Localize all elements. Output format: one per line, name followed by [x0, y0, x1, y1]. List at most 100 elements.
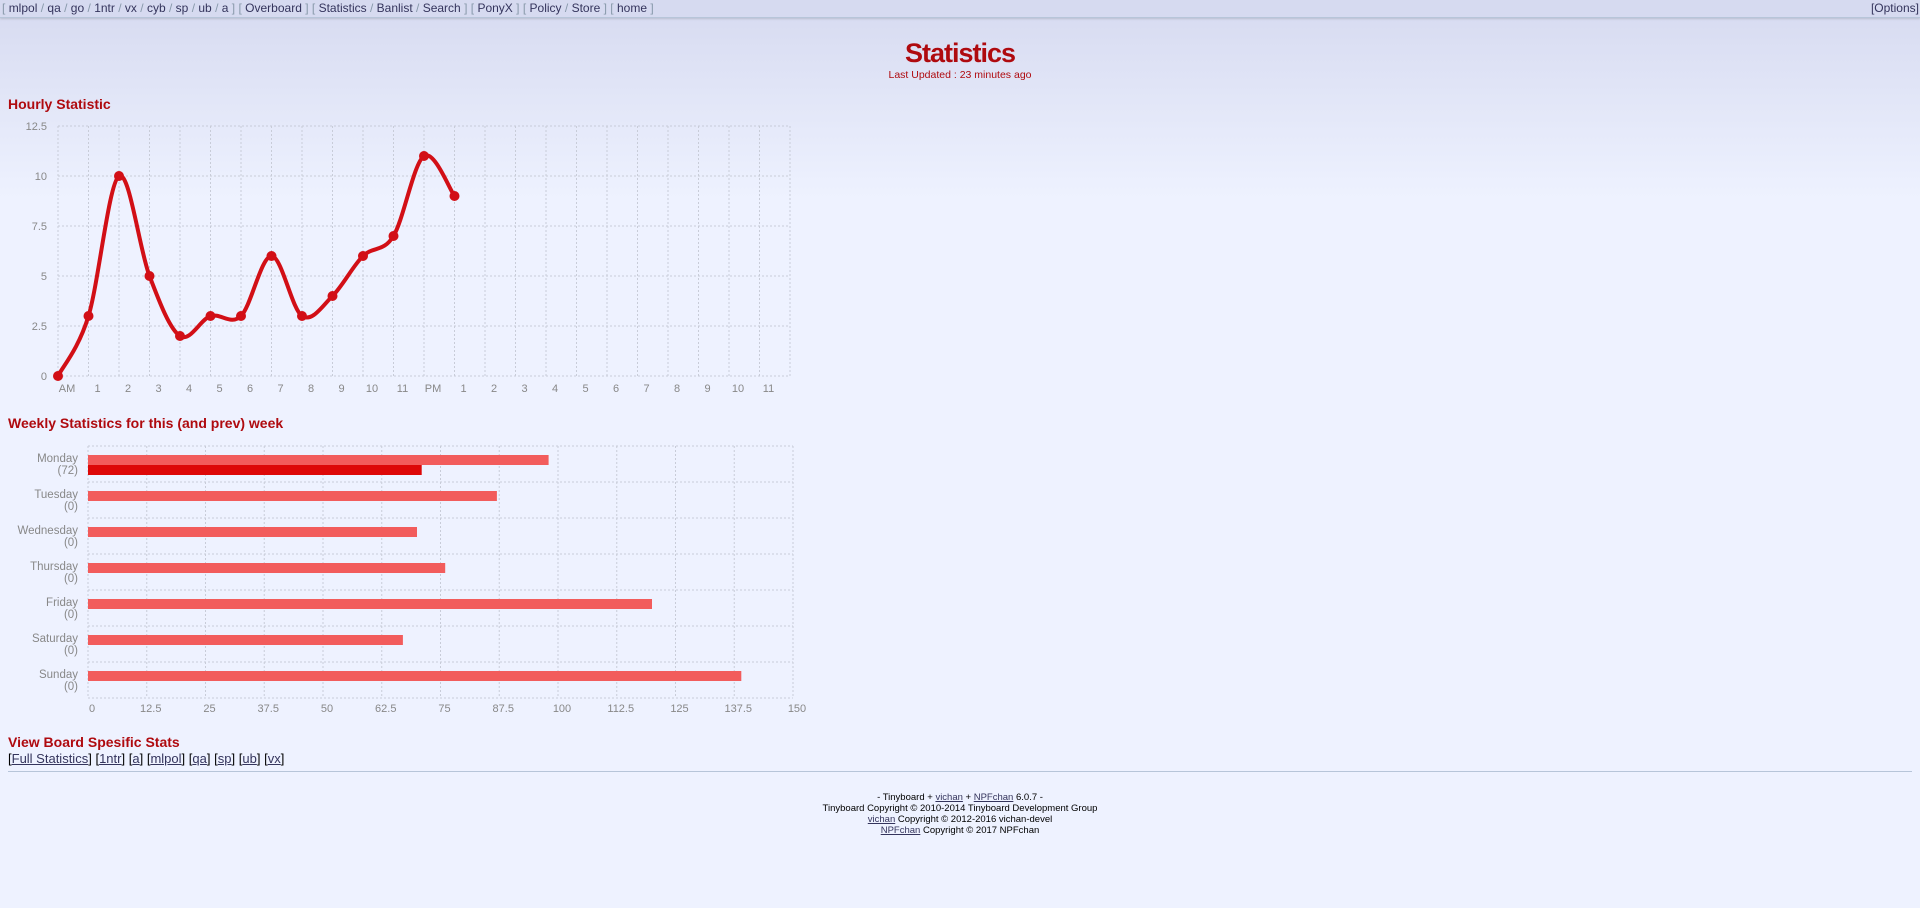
- hourly-x-tick-label: 3: [521, 383, 527, 395]
- weekly-category-label: Friday: [46, 597, 78, 609]
- nav-link-vx[interactable]: vx: [125, 1, 137, 15]
- hourly-x-tick-label: PM: [425, 383, 442, 395]
- weekly-category-label: Thursday: [30, 561, 78, 573]
- nav-link-mlpol[interactable]: mlpol: [9, 1, 38, 15]
- weekly-stat-heading: Weekly Statistics for this (and prev) we…: [8, 415, 284, 431]
- hourly-data-point: [388, 231, 399, 241]
- footer-text: - Tinyboard +: [877, 792, 936, 803]
- weekly-category-label: Wednesday: [17, 525, 78, 537]
- nav-link-sp[interactable]: sp: [176, 1, 189, 15]
- board-stat-link-vx[interactable]: vx: [268, 751, 281, 766]
- hourly-data-point: [419, 151, 429, 161]
- nav-link-store[interactable]: Store: [572, 1, 601, 15]
- nav-separator: /: [40, 1, 45, 15]
- footer-line-vichan: vichan Copyright © 2012-2016 vichan-deve…: [0, 814, 1920, 825]
- nav-separator: /: [118, 1, 122, 15]
- weekly-x-tick-label: 150: [788, 703, 806, 715]
- hourly-x-tick-label: 3: [155, 383, 161, 395]
- nav-link-statistics[interactable]: Statistics: [319, 1, 367, 15]
- nav-bracket: [: [522, 1, 527, 15]
- nav-bracket: ]: [603, 1, 607, 15]
- weekly-x-tick-label: 12.5: [140, 703, 161, 715]
- hourly-x-tick-label: 8: [308, 383, 314, 395]
- hourly-x-tick-label: 11: [763, 383, 774, 395]
- vichan-copyright-link[interactable]: vichan: [868, 814, 895, 825]
- hourly-x-tick-label: 2: [491, 383, 497, 395]
- nav-link-ponyx[interactable]: PonyX: [477, 1, 512, 15]
- nav-link-policy[interactable]: Policy: [530, 1, 562, 15]
- hourly-x-tick-label: 4: [186, 383, 192, 395]
- hourly-x-tick-label: 5: [216, 383, 222, 395]
- nav-link-banlist[interactable]: Banlist: [377, 1, 413, 15]
- hourly-y-tick-label: 2.5: [32, 321, 47, 333]
- weekly-bar-chart: 0 12.5 25 37.5 50 62.5 75 87.5 100 112.5 125 137.5 1…: [17, 445, 806, 715]
- nav-link-home[interactable]: home: [617, 1, 647, 15]
- hourly-data-point: [53, 371, 63, 381]
- weekly-x-tick-label: 0: [89, 703, 95, 715]
- hourly-y-tick-label: 0: [41, 371, 47, 383]
- weekly-bar-prev: [88, 491, 497, 501]
- weekly-x-tick-label: 100: [553, 703, 571, 715]
- nav-bracket: [: [610, 1, 614, 15]
- footer-line-npfchan: NPFchan Copyright © 2017 NPFchan: [0, 825, 1920, 836]
- hourly-x-tick-label: 4: [552, 383, 558, 395]
- board-stat-link-ub[interactable]: ub: [242, 751, 256, 766]
- npfchan-copyright-link[interactable]: NPFchan: [881, 825, 921, 836]
- board-stat-link-mlpol[interactable]: mlpol: [150, 751, 181, 766]
- board-stat-link-qa[interactable]: qa: [192, 751, 206, 766]
- options-link[interactable]: [Options]: [1871, 0, 1919, 17]
- hourly-x-tick-label: 7: [277, 383, 283, 395]
- nav-link-ub[interactable]: ub: [198, 1, 211, 15]
- vichan-link[interactable]: vichan: [935, 792, 962, 803]
- weekly-category-label: Sunday: [39, 669, 78, 681]
- weekly-category-count: (0): [64, 537, 78, 549]
- nav-separator: /: [191, 1, 196, 15]
- nav-separator: /: [87, 1, 91, 15]
- nav-link-go[interactable]: go: [71, 1, 84, 15]
- nav-bracket: [: [2, 1, 6, 15]
- npfchan-link[interactable]: NPFchan: [974, 792, 1014, 803]
- hourly-data-point: [327, 291, 338, 301]
- weekly-bar-prev: [88, 599, 652, 609]
- board-stat-link-full-statistics[interactable]: Full Statistics: [12, 751, 89, 766]
- weekly-bar-prev: [88, 635, 403, 645]
- hourly-data-point: [144, 271, 155, 281]
- nav-link-cyb[interactable]: cyb: [147, 1, 166, 15]
- nav-link-1ntr[interactable]: 1ntr: [94, 1, 115, 15]
- hourly-x-tick-label: 5: [582, 383, 588, 395]
- hourly-x-tick-label: 1: [94, 383, 100, 395]
- board-stat-link-sp[interactable]: sp: [218, 751, 232, 766]
- weekly-category-count: (0): [64, 573, 78, 585]
- nav-bracket: [: [311, 1, 316, 15]
- weekly-x-tick-label: 62.5: [375, 703, 396, 715]
- weekly-category-count: (0): [64, 501, 78, 513]
- hourly-x-tick-label: 6: [613, 383, 619, 395]
- hourly-x-tick-label: 7: [643, 383, 649, 395]
- nav-link-qa[interactable]: qa: [47, 1, 60, 15]
- footer-text: 6.0.7 -: [1013, 792, 1043, 803]
- nav-link-overboard[interactable]: Overboard: [245, 1, 302, 15]
- weekly-bar-current: [88, 465, 422, 475]
- hourly-series-line: [56, 153, 457, 377]
- weekly-category-count: (0): [64, 645, 78, 657]
- board-stats-links: [Full Statistics] [1ntr] [a] [mlpol] [qa…: [8, 751, 285, 766]
- hourly-y-tick-label: 12.5: [26, 121, 47, 133]
- hourly-x-tick-label: 9: [338, 383, 344, 395]
- nav-bracket: ]: [650, 1, 654, 15]
- hourly-x-tick-label: 10: [732, 383, 744, 395]
- page-title: Statistics: [904, 38, 1016, 68]
- weekly-category-label: Tuesday: [34, 489, 78, 501]
- nav-link-search[interactable]: Search: [423, 1, 461, 15]
- board-stat-link-a[interactable]: a: [132, 751, 139, 766]
- weekly-category-count: (0): [64, 681, 78, 693]
- weekly-x-tick-label: 25: [203, 703, 215, 715]
- board-stat-link-1ntr[interactable]: 1ntr: [99, 751, 121, 766]
- nav-link-a[interactable]: a: [222, 1, 229, 15]
- footer: - Tinyboard + vichan + NPFchan 6.0.7 - T…: [0, 792, 1920, 836]
- hourly-x-tick-label: 1: [460, 383, 466, 395]
- hourly-data-point: [236, 311, 246, 321]
- hourly-data-point: [297, 311, 307, 321]
- hourly-x-tick-label: 2: [125, 383, 131, 395]
- weekly-x-tick-label: 112.5: [607, 703, 634, 715]
- footer-divider: [8, 771, 1912, 772]
